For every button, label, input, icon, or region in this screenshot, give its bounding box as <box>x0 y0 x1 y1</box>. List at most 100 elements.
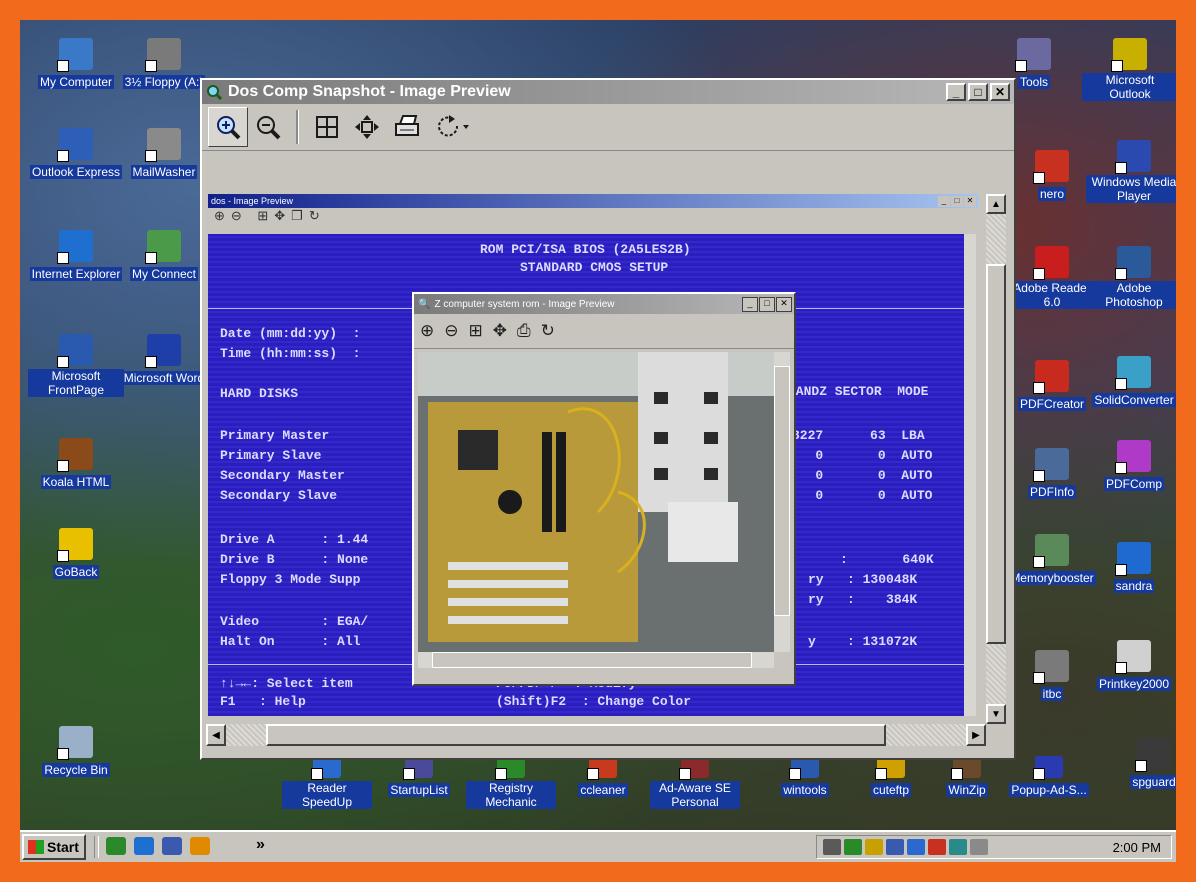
bios-halt-on: Halt On : All <box>220 634 361 649</box>
desktop-icon[interactable]: Koala HTML <box>28 438 124 491</box>
pdfcomp-icon <box>1115 440 1151 474</box>
bios-nav-select: ↑↓→←: Select item <box>220 676 353 691</box>
nested-image-preview-window: 🔍 Z computer system rom - Image Preview … <box>412 292 796 686</box>
horizontal-scrollbar[interactable]: ◀ ▶ <box>206 724 986 746</box>
title-bar[interactable]: Dos Comp Snapshot - Image Preview _ □ ✕ <box>202 80 1014 104</box>
desktop-icon[interactable]: MailWasher <box>116 128 212 181</box>
messenger-icon[interactable] <box>907 839 925 855</box>
desktop-icon[interactable]: SolidConverter <box>1086 356 1176 409</box>
actual-size-icon[interactable] <box>347 107 387 147</box>
print-icon[interactable] <box>387 107 427 147</box>
system-tray: 2:00 PM <box>816 835 1172 859</box>
desktop-icon-label: nero <box>1037 187 1067 201</box>
desktop-icon[interactable]: PDFComp <box>1086 440 1176 493</box>
rotate-icon[interactable] <box>427 107 477 147</box>
desktop-icon-label: My Connect <box>129 267 199 281</box>
desktop-icon[interactable]: Windows Media Player <box>1086 140 1176 205</box>
scroll-down-button[interactable]: ▼ <box>986 704 1006 724</box>
quick-launch-chevron[interactable]: » <box>256 836 265 854</box>
desktop-icon-label: 3½ Floppy (A:) <box>122 75 206 89</box>
desktop-icon[interactable]: StartupList <box>374 756 464 799</box>
printkey-icon <box>1115 640 1151 674</box>
embedded-minimize-icon: _ <box>938 195 950 207</box>
best-fit-icon[interactable] <box>307 107 347 147</box>
show-desktop-icon[interactable] <box>106 837 126 855</box>
desktop-icon-label: Memorybooster <box>1008 571 1096 585</box>
embedded-title-bar: dos - Image Preview _ □ ✕ <box>208 194 978 208</box>
taskbar: Start » 2:00 PM <box>20 830 1176 862</box>
desktop-icon[interactable]: spguard <box>1106 738 1176 791</box>
desktop-icon[interactable]: Microsoft FrontPage <box>28 334 124 399</box>
desktop: My Computer 3½ Floppy (A:) Outlook Express… <box>20 20 1176 862</box>
desktop-icon-label: PDFCreator <box>1017 397 1086 411</box>
vertical-scrollbar[interactable]: ▲ ▼ <box>986 194 1006 724</box>
desktop-icon-label: Reader SpeedUp <box>282 781 372 809</box>
photoshop-icon <box>1115 246 1151 280</box>
network-tray-icon[interactable] <box>844 839 862 855</box>
desktop-icon-label: Adobe Photoshop <box>1086 281 1176 309</box>
windows-logo-icon <box>28 840 44 854</box>
taskbar-separator <box>94 836 99 858</box>
image-viewport[interactable]: dos - Image Preview _ □ ✕ ⊕⊖ ⊞✥❐↻ ROM PC… <box>206 194 986 724</box>
zoom-out-icon[interactable] <box>248 107 288 147</box>
desktop-icon[interactable]: Recycle Bin <box>28 726 124 779</box>
speaker-icon[interactable] <box>823 839 841 855</box>
desktop-icon[interactable]: ccleaner <box>558 756 648 799</box>
clock[interactable]: 2:00 PM <box>1113 840 1161 855</box>
security-icon[interactable] <box>970 839 988 855</box>
word-icon <box>145 334 181 368</box>
desktop-icon-label: Internet Explorer <box>29 267 123 281</box>
desktop-icon-label: itbc <box>1040 687 1064 701</box>
desktop-icon[interactable]: My Connect <box>116 230 212 283</box>
zoom-in-icon[interactable] <box>208 107 248 147</box>
start-button[interactable]: Start <box>22 834 86 860</box>
desktop-icon[interactable]: Reader SpeedUp <box>282 756 372 811</box>
resize-grip[interactable] <box>986 724 1006 746</box>
desktop-icon[interactable]: Outlook Express <box>28 128 124 181</box>
scroll-left-button[interactable]: ◀ <box>206 724 226 746</box>
sandra-icon <box>1115 542 1151 576</box>
desktop-icon[interactable]: WinZip <box>922 756 1012 799</box>
update-icon[interactable] <box>949 839 967 855</box>
desktop-icon[interactable]: GoBack <box>28 528 124 581</box>
desktop-icon[interactable]: Popup-Ad-S... <box>1004 756 1094 799</box>
antivirus-icon[interactable] <box>865 839 883 855</box>
bios-base-memory: : 640K <box>840 552 934 567</box>
desktop-icon[interactable]: Internet Explorer <box>28 230 124 283</box>
desktop-icon[interactable]: Microsoft Outlook <box>1082 38 1176 103</box>
desktop-icon[interactable]: sandra <box>1086 542 1176 595</box>
desktop-icon-label: cuteftp <box>870 783 912 797</box>
bios-nav-help: F1 : Help <box>220 694 306 709</box>
zone-alarm-icon[interactable] <box>928 839 946 855</box>
desktop-icon[interactable]: Printkey2000 <box>1086 640 1176 693</box>
desktop-icon-label: Ad-Aware SE Personal <box>650 781 740 809</box>
scroll-right-button[interactable]: ▶ <box>966 724 986 746</box>
desktop-icon[interactable]: Adobe Photoshop <box>1086 246 1176 311</box>
minimize-button[interactable]: _ <box>946 83 966 101</box>
desktop-icon-label: Tools <box>1017 75 1050 89</box>
outlook-quick-icon[interactable] <box>162 837 182 855</box>
desktop-icon[interactable]: Registry Mechanic <box>466 756 556 811</box>
desktop-icon-label: Printkey2000 <box>1096 677 1172 691</box>
scroll-up-button[interactable]: ▲ <box>986 194 1006 214</box>
horizontal-scroll-thumb[interactable] <box>266 724 886 746</box>
itbc-icon <box>1033 650 1069 684</box>
nested-actual-size-icon: ✥ <box>492 321 517 340</box>
desktop-icon[interactable]: My Computer <box>28 38 124 91</box>
nested-rotate-icon: ↻ <box>540 321 565 340</box>
desktop-icon[interactable]: Microsoft Word <box>116 334 212 387</box>
close-button[interactable]: ✕ <box>990 83 1010 101</box>
nested-magnifier-icon: 🔍 <box>418 298 431 310</box>
maximize-button[interactable]: □ <box>968 83 988 101</box>
bios-date: Date (mm:dd:yy) : <box>220 326 361 341</box>
image-preview-window[interactable]: Dos Comp Snapshot - Image Preview _ □ ✕ <box>200 78 1016 760</box>
desktop-icon[interactable]: Ad-Aware SE Personal <box>650 756 740 811</box>
ie-quick-icon[interactable] <box>134 837 154 855</box>
desktop-icon[interactable]: wintools <box>760 756 850 799</box>
display-icon[interactable] <box>886 839 904 855</box>
media-quick-icon[interactable] <box>190 837 210 855</box>
vertical-scroll-thumb[interactable] <box>986 264 1006 644</box>
desktop-icon-label: Recycle Bin <box>42 763 110 777</box>
frontpage-icon <box>57 334 93 368</box>
desktop-icon[interactable]: 3½ Floppy (A:) <box>116 38 212 91</box>
